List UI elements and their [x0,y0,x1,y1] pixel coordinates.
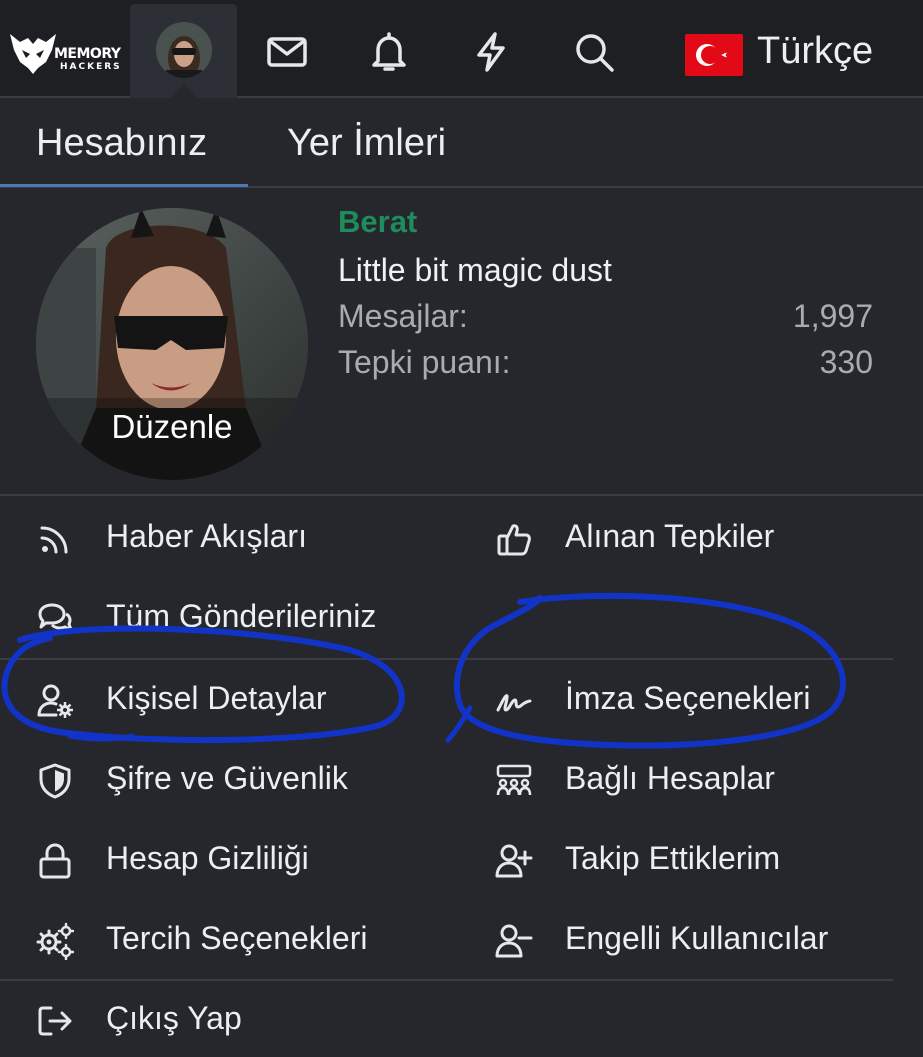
cogs-icon [36,922,75,961]
signature-icon [495,682,533,720]
top-navigation-bar: MEMORY HACKERS Türkçe [0,0,923,98]
menu-divider [0,658,893,660]
search-icon[interactable] [572,30,616,74]
menu-item-connected-accounts[interactable]: Bağlı Hesaplar [495,750,895,810]
menu-label: İmza Seçenekleri [565,680,811,716]
reaction-score-label: Tepki puanı: [338,344,511,380]
menu-item-following[interactable]: Takip Ettiklerim [495,830,895,890]
reaction-score-value: 330 [819,344,873,380]
thumbs-up-icon [495,520,533,558]
menu-label: Tüm Gönderileriniz [106,598,377,634]
menu-item-ignored-users[interactable]: Engelli Kullanıcılar [495,910,895,970]
menu-label: Tercih Seçenekleri [106,920,368,956]
menu-label: Alınan Tepkiler [565,518,775,554]
language-label: Türkçe [757,30,874,72]
menu-item-account-privacy[interactable]: Hesap Gizliliği [36,830,436,890]
menu-caret [170,84,198,98]
account-tabs: Hesabınız Yer İmleri [0,100,923,188]
site-logo[interactable]: MEMORY HACKERS [8,28,132,76]
tab-bookmarks[interactable]: Yer İmleri [287,122,446,165]
lock-icon [36,842,74,880]
username-link[interactable]: Berat [338,204,417,240]
menu-label: Kişisel Detaylar [106,680,327,716]
user-cog-icon [36,682,74,720]
user-minus-icon [495,922,533,960]
account-menu-button[interactable] [130,4,237,98]
messages-count: 1,997 [792,298,873,334]
bolt-icon[interactable] [469,30,513,74]
wolf-logo-icon [10,34,56,74]
rss-icon [36,520,74,558]
logo-text: MEMORY [54,46,121,62]
bell-icon[interactable] [367,30,411,74]
menu-item-reactions-received[interactable]: Alınan Tepkiler [495,508,895,568]
menu-item-preferences[interactable]: Tercih Seçenekleri [36,910,436,970]
comments-icon [36,600,74,638]
envelope-icon[interactable] [265,30,309,74]
users-network-icon [495,762,533,800]
user-plus-icon [495,842,533,880]
menu-item-logout[interactable]: Çıkış Yap [36,990,436,1050]
menu-item-signature[interactable]: İmza Seçenekleri [495,670,895,730]
menu-label: Bağlı Hesaplar [565,760,775,796]
logo-subtext: HACKERS [60,62,122,72]
menu-label: Haber Akışları [106,518,307,554]
profile-avatar-edit[interactable]: Düzenle [36,208,308,480]
menu-label: Şifre ve Güvenlik [106,760,348,796]
menu-item-personal-details[interactable]: Kişisel Detaylar [36,670,436,730]
menu-label: Hesap Gizliliği [106,840,309,876]
menu-item-your-posts[interactable]: Tüm Gönderileriniz [36,588,456,648]
shield-icon [36,762,74,800]
turkish-flag-icon [685,34,743,76]
menu-label: Çıkış Yap [106,1000,242,1036]
active-tab-indicator [0,184,248,187]
sign-out-icon [36,1002,74,1040]
edit-avatar-label: Düzenle [111,408,233,445]
user-title: Little bit magic dust [338,252,612,288]
menu-item-news-feed[interactable]: Haber Akışları [36,508,436,568]
tab-your-account[interactable]: Hesabınız [36,122,207,165]
menu-label: Takip Ettiklerim [565,840,781,876]
avatar [156,22,212,78]
profile-summary: Düzenle Berat Little bit magic dust Mesa… [0,190,923,496]
messages-label: Mesajlar: [338,298,468,334]
menu-item-password-security[interactable]: Şifre ve Güvenlik [36,750,436,810]
menu-label: Engelli Kullanıcılar [565,920,829,956]
menu-divider [0,979,893,981]
